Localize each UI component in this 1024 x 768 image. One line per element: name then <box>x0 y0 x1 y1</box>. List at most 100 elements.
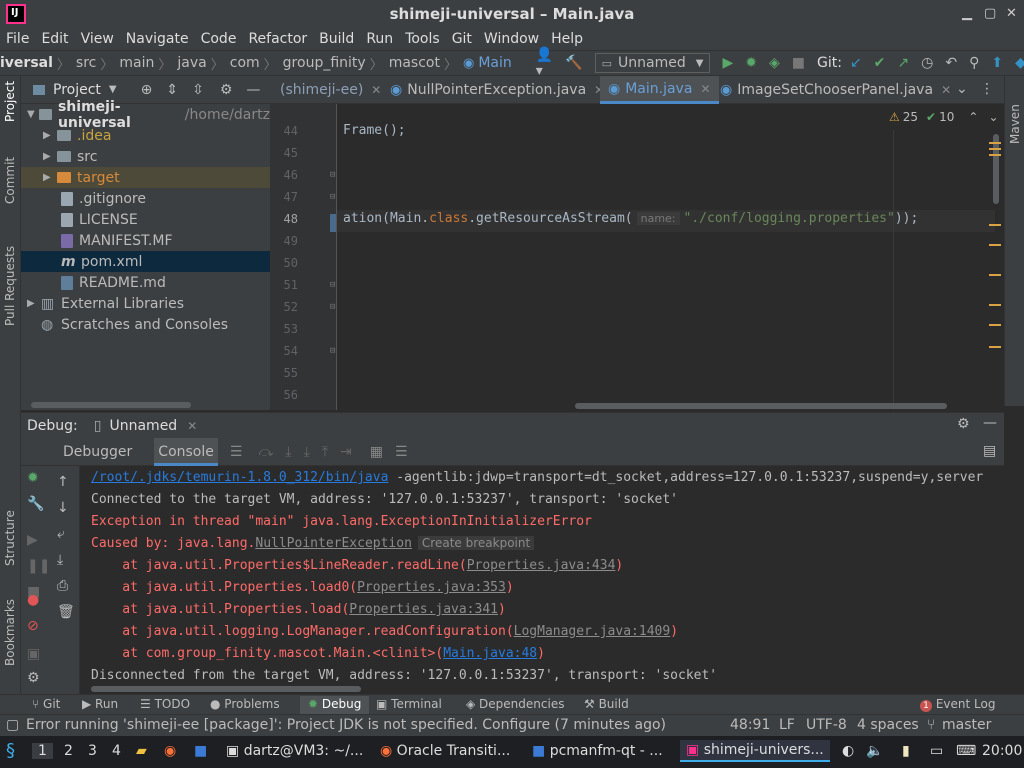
hide-icon[interactable]: — <box>246 82 260 98</box>
clock[interactable]: 20:00 <box>982 743 1022 759</box>
breadcrumb-java[interactable]: java <box>177 55 206 71</box>
line-separator[interactable]: LF <box>779 717 795 733</box>
tree-item-target[interactable]: ▶ target <box>21 167 270 188</box>
trace-icon[interactable]: ☰ <box>395 444 408 460</box>
tool-debug[interactable]: ✹ Debug <box>300 696 370 714</box>
stack-link[interactable]: LogManager.java:1409 <box>514 624 671 639</box>
gear-icon[interactable]: ⚙ <box>220 82 233 98</box>
rerun-icon[interactable]: ✹ <box>27 470 39 486</box>
tree-item-manifest[interactable]: MANIFEST.MF <box>21 230 270 251</box>
mute-breakpoints-icon[interactable]: ⊘ <box>27 618 39 634</box>
menu-file[interactable]: File <box>6 31 29 47</box>
soft-wrap-icon[interactable]: ⤶ <box>57 526 65 542</box>
menu-refactor[interactable]: Refactor <box>248 31 307 47</box>
collapse-all-icon[interactable]: ⇳ <box>192 82 204 98</box>
step-out-icon[interactable]: ⤒ <box>322 444 328 460</box>
fold-icon[interactable]: ⊟ <box>330 302 335 312</box>
step-over-icon[interactable]: ⤼ <box>258 444 273 460</box>
firefox-icon[interactable]: ◉ <box>164 743 176 759</box>
scroll-to-end-icon[interactable]: ⤓ <box>57 552 63 568</box>
tool-problems[interactable]: ● Problems <box>210 697 280 711</box>
tool-run[interactable]: ▶ Run <box>82 697 118 711</box>
task-intellij[interactable]: ▣ shimeji-univers... <box>680 740 830 762</box>
close-icon[interactable]: ✕ <box>1006 6 1017 21</box>
coverage-icon[interactable]: ◈ <box>769 55 780 71</box>
workspace-4[interactable]: 4 <box>112 743 121 759</box>
debug-bug-icon[interactable]: ✹ <box>745 55 757 71</box>
error-stripe-mark[interactable] <box>989 324 1001 326</box>
code-editor[interactable]: Frame(); ation(Main.class.getResourceAsS… <box>336 104 1001 410</box>
stack-link[interactable]: Properties.java:434 <box>467 558 616 573</box>
workspace-2[interactable]: 2 <box>64 743 73 759</box>
project-panel-title[interactable]: Project <box>53 82 101 98</box>
tool-build[interactable]: ⚒ Build <box>584 697 629 711</box>
horizontal-scrollbar[interactable] <box>31 402 191 408</box>
menu-tools[interactable]: Tools <box>405 31 440 47</box>
console-horizontal-scrollbar[interactable] <box>91 686 361 692</box>
run-to-cursor-icon[interactable]: ⇥ <box>340 444 352 460</box>
fold-icon[interactable]: ⊟ <box>330 346 335 356</box>
run-config-select[interactable]: ▭ Unnamed ▼ <box>594 53 711 73</box>
debug-session-tab[interactable]: Unnamed <box>109 418 177 434</box>
trash-icon[interactable]: 🗑 <box>57 604 75 620</box>
stop-icon[interactable]: ■ <box>792 55 805 71</box>
layout-settings-icon[interactable]: ▤ <box>983 443 996 459</box>
tab-structure[interactable]: Structure <box>3 510 17 566</box>
status-icon[interactable]: ▢ <box>6 717 19 733</box>
clipboard-icon[interactable]: ▮ <box>902 743 910 759</box>
hide-icon[interactable]: — <box>983 415 997 431</box>
tab-debugger[interactable]: Debugger <box>63 444 132 460</box>
close-icon[interactable]: ✕ <box>941 83 951 97</box>
stack-link[interactable]: Properties.java:353 <box>357 580 506 595</box>
tab-main-java[interactable]: ◉ Main.java ✕ <box>600 76 719 104</box>
tool-dependencies[interactable]: ◈ Dependencies <box>466 697 564 711</box>
breadcrumb-group-finity[interactable]: group_finity <box>283 55 366 71</box>
tab-pull-requests[interactable]: Pull Requests <box>3 246 17 326</box>
task-pcmanfm[interactable]: ■ pcmanfm-qt - ... <box>532 743 663 759</box>
git-update-icon[interactable]: ↙ <box>850 55 862 71</box>
file-encoding[interactable]: UTF-8 <box>806 717 847 733</box>
wrench-icon[interactable]: 🔧 <box>27 496 44 512</box>
menu-build[interactable]: Build <box>319 31 354 47</box>
up-arrow-icon[interactable]: ↑ <box>57 474 69 490</box>
tab-commit[interactable]: Commit <box>3 157 17 204</box>
menu-help[interactable]: Help <box>551 31 583 47</box>
file-manager-icon[interactable]: ■ <box>194 743 207 759</box>
view-breakpoints-icon[interactable]: ● <box>27 592 39 608</box>
tree-item-gitignore[interactable]: .gitignore <box>21 188 270 209</box>
previous-icon[interactable]: ⌃ <box>968 110 978 124</box>
exception-link[interactable]: NullPointerException <box>255 536 412 551</box>
rollback-icon[interactable]: ↶ <box>945 55 957 71</box>
tool-todo[interactable]: ☰ TODO <box>140 697 190 711</box>
chevron-right-icon[interactable]: ▶ <box>27 298 41 309</box>
gear-icon[interactable]: ⚙ <box>957 416 970 432</box>
next-icon[interactable]: ⌄ <box>988 110 998 124</box>
down-arrow-icon[interactable]: ↓ <box>57 500 69 516</box>
print-icon[interactable]: ⎙ <box>57 578 68 594</box>
force-step-into-icon[interactable]: ⤓ <box>304 444 310 460</box>
menu-view[interactable]: View <box>81 31 114 47</box>
close-icon[interactable]: ✕ <box>187 419 197 433</box>
caret-position[interactable]: 48:91 <box>730 717 770 733</box>
maximize-icon[interactable]: ▢ <box>984 6 996 21</box>
tab-shimeji-ee[interactable]: (shimeji-ee) ✕ <box>280 76 381 104</box>
stack-link[interactable]: Main.java:48 <box>443 646 537 661</box>
menu-window[interactable]: Window <box>484 31 539 47</box>
error-stripe-mark[interactable] <box>989 304 1001 306</box>
breadcrumb-src[interactable]: src <box>76 55 96 71</box>
expand-all-icon[interactable]: ⇕ <box>166 82 178 98</box>
workspace-3[interactable]: 3 <box>88 743 97 759</box>
fold-icon[interactable]: ⊟ <box>330 280 335 290</box>
chevron-right-icon[interactable]: ▶ <box>43 151 57 162</box>
create-breakpoint-hint[interactable]: Create breakpoint <box>417 536 535 550</box>
fold-icon[interactable]: ⊟ <box>330 170 335 180</box>
workspace-1[interactable]: 1 <box>32 743 53 759</box>
java-path-link[interactable]: /root/.jdks/temurin-1.8.0_312/bin/java <box>91 470 388 485</box>
camera-icon[interactable]: ▣ <box>27 646 40 662</box>
breadcrumb-com[interactable]: com <box>230 55 260 71</box>
network-icon[interactable]: ▭ <box>930 743 943 759</box>
close-icon[interactable]: ✕ <box>371 83 381 97</box>
tree-item-idea[interactable]: ▶ .idea <box>21 125 270 146</box>
error-stripe-mark[interactable] <box>989 224 1001 226</box>
menu-navigate[interactable]: Navigate <box>126 31 189 47</box>
